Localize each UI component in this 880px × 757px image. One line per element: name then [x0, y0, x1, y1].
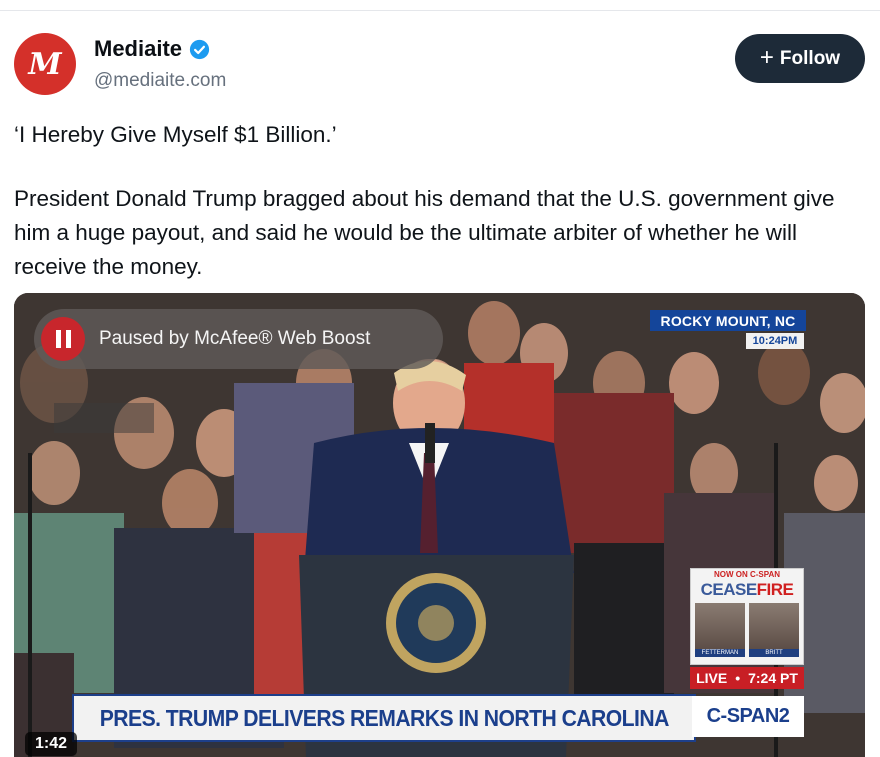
video-duration: 1:42 [25, 732, 77, 756]
promo-guests: FETTERMAN BRITT [695, 603, 799, 657]
paused-overlay[interactable]: Paused by McAfee® Web Boost [34, 309, 443, 369]
network-logo: C-SPAN2 [692, 696, 804, 737]
avatar[interactable]: M [14, 33, 76, 95]
live-label: LIVE [696, 670, 728, 686]
sidebar-promo: NOW ON C-SPAN CEASEFIRE FETTERMAN BRITT [690, 568, 804, 665]
post-text: ‘I Hereby Give Myself $1 Billion.’ Presi… [14, 118, 864, 284]
guest-name: BRITT [749, 649, 799, 657]
promo-label: NOW ON C-SPAN [713, 570, 781, 579]
pause-icon[interactable] [41, 317, 85, 361]
account-handle[interactable]: @mediaite.com [94, 70, 226, 92]
verified-check-icon [189, 39, 210, 59]
follow-label: Follow [779, 47, 841, 69]
promo-title-part1: CEASE [700, 580, 758, 599]
location-badge: ROCKY MOUNT, NC [650, 310, 806, 331]
avatar-letter: M [28, 46, 62, 82]
post-body: President Donald Trump bragged about his… [14, 186, 835, 279]
post-headline: ‘I Hereby Give Myself $1 Billion.’ [14, 122, 337, 147]
news-chyron: PRES. TRUMP DELIVERS REMARKS IN NORTH CA… [72, 694, 696, 742]
live-badge: LIVE • 7:24 PT [690, 667, 804, 689]
video-player[interactable]: Paused by McAfee® Web Boost ROCKY MOUNT,… [14, 293, 865, 757]
account-name[interactable]: Mediaite [94, 36, 182, 62]
paused-text: Paused by McAfee® Web Boost [99, 328, 371, 349]
top-divider [0, 10, 880, 11]
chyron-text: PRES. TRUMP DELIVERS REMARKS IN NORTH CA… [99, 704, 669, 731]
live-dot-icon: • [735, 670, 741, 686]
promo-title-part2: FIRE [756, 580, 794, 599]
plus-icon: + [759, 43, 774, 71]
promo-title: CEASEFIRE [691, 580, 803, 600]
guest-name: FETTERMAN [695, 649, 745, 657]
guest-photo: BRITT [749, 603, 799, 657]
account-name-row: Mediaite [94, 36, 210, 62]
live-time: 7:24 PT [748, 670, 798, 686]
network-name: C-SPAN2 [706, 705, 790, 727]
broadcast-time: 10:24PM [746, 333, 804, 349]
guest-photo: FETTERMAN [695, 603, 745, 657]
follow-button[interactable]: + Follow [735, 34, 865, 83]
